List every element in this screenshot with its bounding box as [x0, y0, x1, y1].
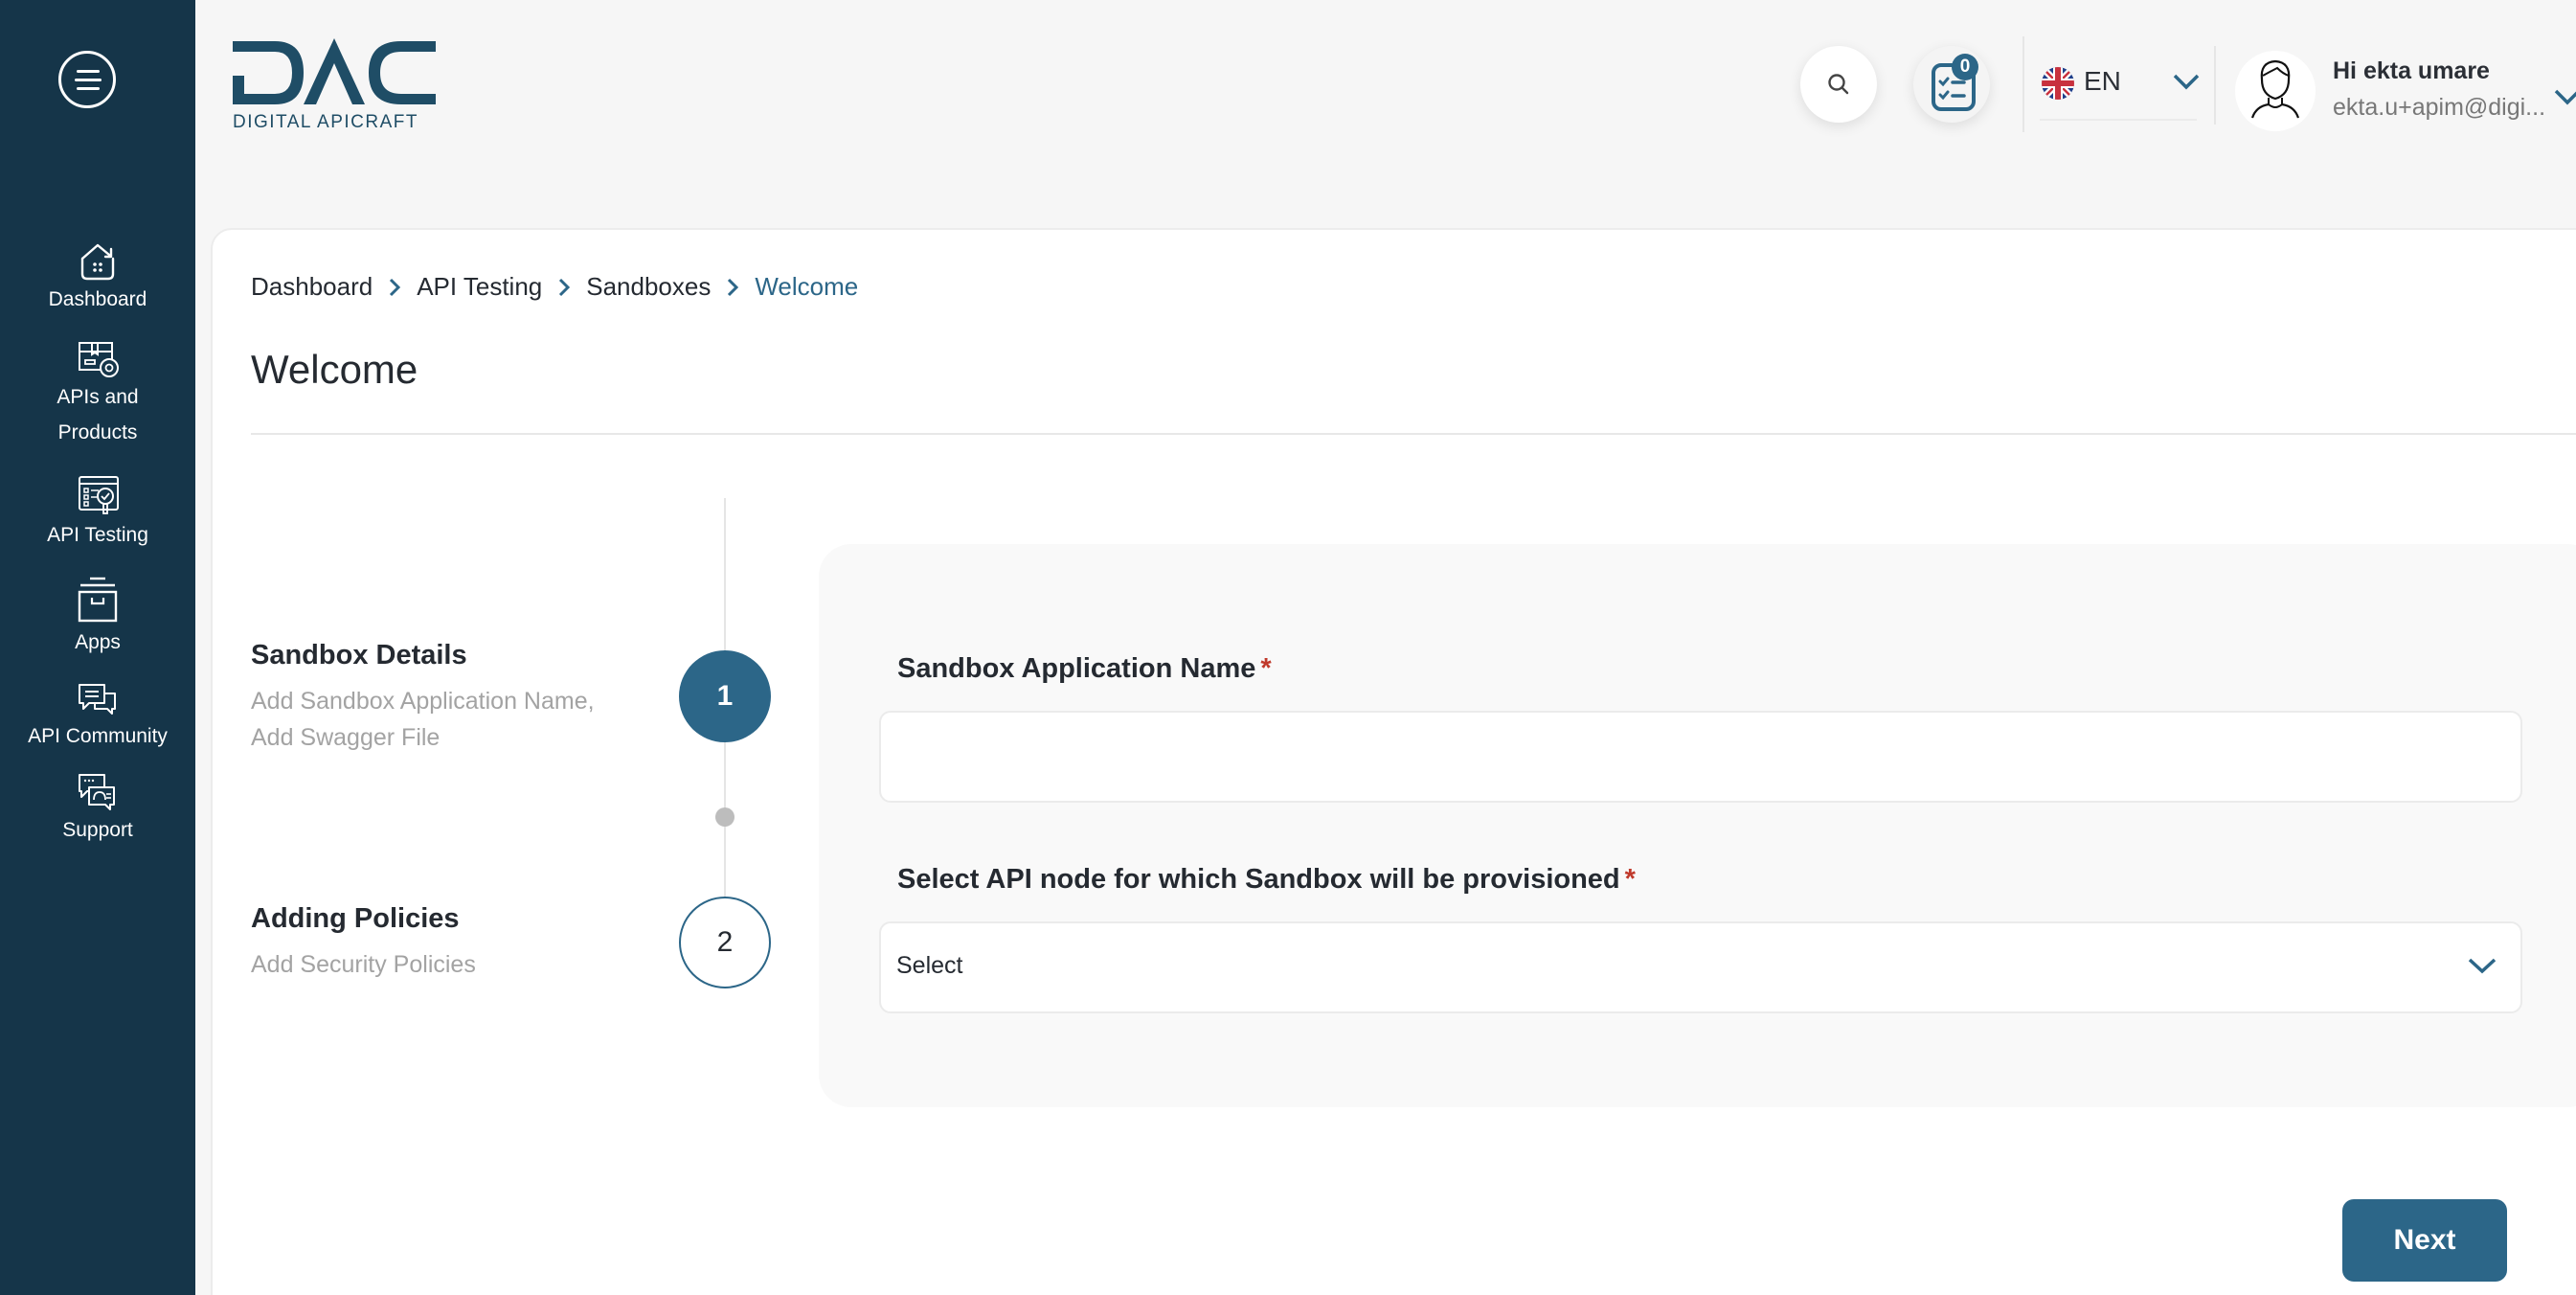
home-icon — [80, 243, 115, 281]
tasks-button[interactable]: 0 — [1913, 46, 1990, 123]
checklist-icon — [1932, 63, 1976, 111]
required-asterisk: * — [1260, 653, 1272, 684]
user-email: ekta.u+apim@digi... — [2333, 94, 2546, 121]
breadcrumb-sandboxes[interactable]: Sandboxes — [586, 272, 711, 302]
header-divider — [2214, 46, 2216, 125]
sandbox-form-card — [819, 544, 2576, 1107]
sidebar-item-apis-and-products[interactable]: APIs and Products — [0, 339, 195, 450]
step-2-subtitle: Add Security Policies — [251, 951, 476, 978]
app-name-label: Sandbox Application Name * — [897, 653, 1272, 685]
box-gear-icon — [79, 342, 119, 377]
chevron-right-icon — [728, 278, 739, 296]
sidebar-item-support[interactable]: Support — [0, 772, 195, 848]
app-name-label-text: Sandbox Application Name — [897, 653, 1256, 684]
page-title: Welcome — [251, 347, 418, 392]
language-selector[interactable]: EN — [2040, 57, 2200, 121]
stepper-connector-dot — [715, 807, 734, 827]
sidebar-item-label: API Community — [28, 725, 168, 747]
step-2-indicator[interactable]: 2 — [679, 897, 771, 988]
avatar[interactable] — [2235, 51, 2316, 131]
sandbox-app-name-input[interactable] — [879, 711, 2522, 803]
breadcrumb: Dashboard API Testing Sandboxes Welcome — [251, 272, 858, 302]
hamburger-icon-bar — [77, 70, 100, 73]
user-icon — [2250, 59, 2300, 119]
hamburger-icon-bar — [77, 87, 100, 90]
sidebar-item-label: Dashboard — [48, 288, 147, 310]
chevron-down-icon[interactable] — [2553, 86, 2576, 107]
chevron-right-icon — [559, 278, 571, 296]
hamburger-icon-bar — [75, 79, 102, 81]
step-1-subtitle: Add Swagger File — [251, 724, 441, 751]
breadcrumb-welcome: Welcome — [755, 272, 859, 301]
step-1-title: Sandbox Details — [251, 640, 467, 670]
brand-tagline: DIGITAL APICRAFT — [233, 112, 418, 132]
support-chat-icon — [79, 774, 115, 810]
chat-bubbles-icon — [79, 684, 116, 715]
uk-flag-icon — [2042, 67, 2074, 100]
sidebar-item-api-testing[interactable]: API Testing — [0, 475, 195, 553]
user-greeting: Hi ekta umare — [2333, 57, 2490, 84]
sidebar-item-label: APIs and — [56, 386, 139, 408]
sidebar-item-label: API Testing — [47, 524, 148, 546]
sidebar-item-label: Support — [62, 819, 133, 841]
hamburger-menu-button[interactable] — [58, 51, 116, 108]
sidebar-item-apps[interactable]: Apps — [0, 575, 195, 660]
tasks-count-badge: 0 — [1952, 54, 1978, 80]
search-icon — [1828, 74, 1849, 95]
archive-icon — [78, 577, 118, 623]
next-button[interactable]: Next — [2342, 1199, 2507, 1282]
brand-logo[interactable]: DIGITAL APICRAFT — [233, 38, 436, 132]
chevron-right-icon — [390, 278, 401, 296]
step-1-indicator[interactable]: 1 — [679, 650, 771, 742]
breadcrumb-dashboard[interactable]: Dashboard — [251, 272, 373, 302]
testing-icon — [79, 476, 119, 514]
sidebar-item-label: Products — [57, 421, 138, 443]
sidebar-item-api-community[interactable]: API Community — [0, 682, 195, 754]
api-node-label: Select API node for which Sandbox will b… — [897, 864, 1636, 896]
chevron-down-icon — [2173, 74, 2200, 90]
step-2-title: Adding Policies — [251, 903, 460, 934]
chevron-down-icon — [2468, 958, 2497, 974]
language-code: EN — [2084, 66, 2121, 96]
api-node-selected-value: Select — [896, 952, 963, 979]
sidebar: Dashboard APIs and Products API Testing — [0, 0, 195, 1295]
header-divider — [2022, 36, 2024, 132]
sidebar-item-dashboard[interactable]: Dashboard — [0, 241, 195, 317]
api-node-select[interactable]: Select — [879, 921, 2522, 1013]
breadcrumb-api-testing[interactable]: API Testing — [417, 272, 542, 302]
required-asterisk: * — [1624, 864, 1636, 895]
step-1-subtitle: Add Sandbox Application Name, — [251, 688, 595, 715]
title-divider — [251, 433, 2576, 435]
search-button[interactable] — [1800, 46, 1877, 123]
sidebar-item-label: Apps — [75, 631, 121, 653]
api-node-label-text: Select API node for which Sandbox will b… — [897, 864, 1620, 895]
